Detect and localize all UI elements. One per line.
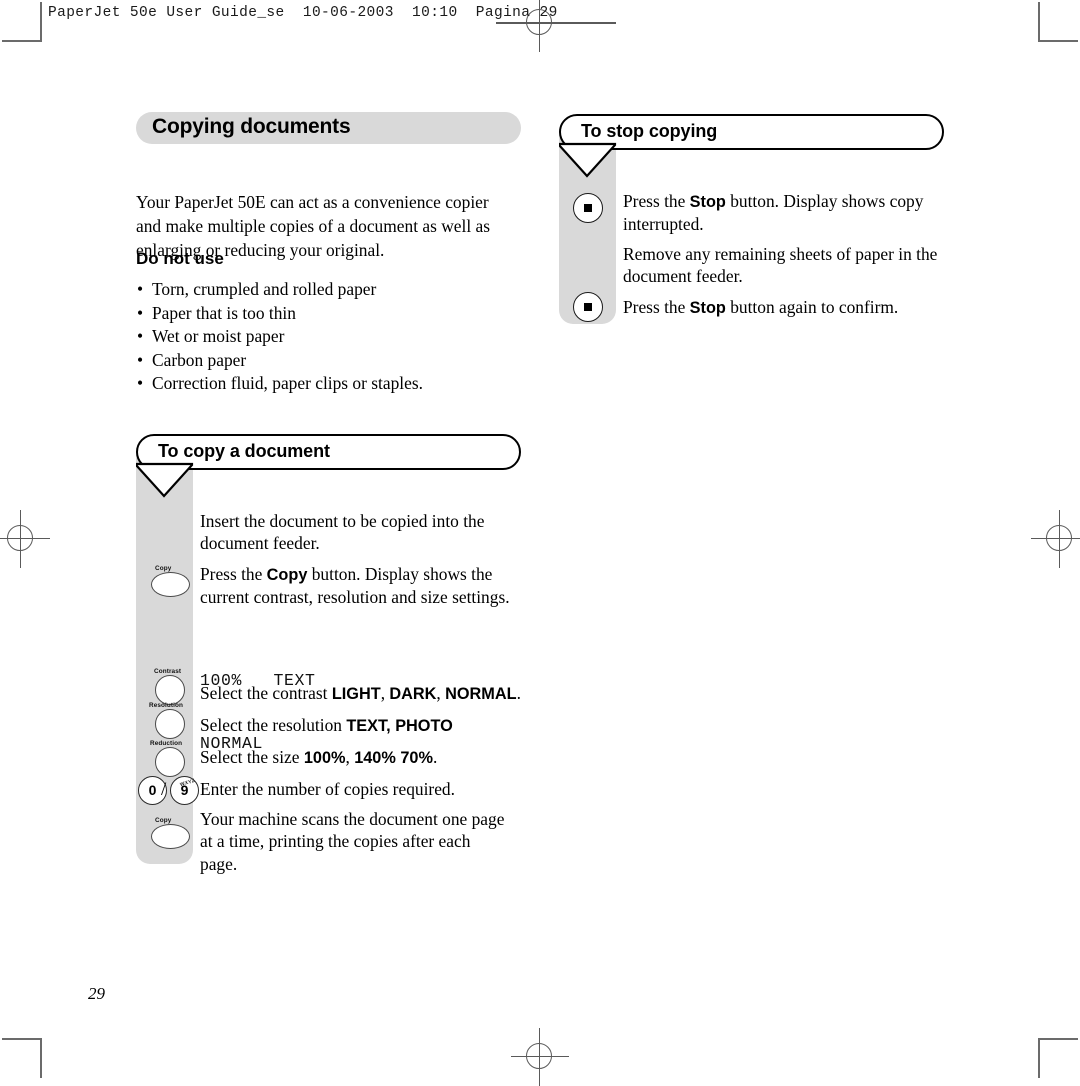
registration-mark-bottom (511, 1028, 569, 1086)
list-item-label: Paper that is too thin (152, 302, 296, 323)
stop-step-press: Press the Stop button. Display shows cop… (623, 190, 943, 236)
body-text: Remove any remaining sheets of paper in … (623, 244, 938, 287)
registration-ring (7, 525, 33, 551)
copy-step-scanning: Your machine scans the document one page… (200, 808, 510, 875)
body-text: Select the resolution (200, 715, 347, 735)
copy-step-press-copy: Press the Copy button. Display shows the… (200, 563, 510, 609)
copy-step-select-contrast: Select the contrast LIGHT, DARK, NORMAL. (200, 682, 530, 705)
copy-button-top[interactable] (151, 572, 190, 597)
bullet-icon: • (137, 279, 144, 299)
copy-step-scanning-text: Your machine scans the document one page… (200, 809, 504, 874)
body-text: . (516, 683, 521, 703)
copy-button-caption-bottom: Copy (155, 817, 172, 824)
crop-mark-bottom-left (2, 1038, 42, 1078)
list-item: • Paper that is too thin (136, 302, 526, 326)
keypad-key-9[interactable]: 9 WXYZ (170, 776, 199, 805)
emphasis-text: LIGHT (331, 685, 381, 703)
registration-mark-right (1031, 510, 1080, 568)
bullet-icon: • (137, 326, 144, 346)
emphasis-text: 100% (303, 749, 346, 767)
emphasis-text: Copy (266, 566, 308, 584)
copy-button-bottom[interactable] (151, 824, 190, 849)
body-text: Enter the number of copies required. (200, 779, 455, 799)
registration-ring (1046, 525, 1072, 551)
copy-step-select-contrast-text: Select the contrast LIGHT, DARK, NORMAL. (200, 683, 521, 703)
body-text: Select the contrast (200, 683, 332, 703)
emphasis-text: Stop (689, 299, 726, 317)
copy-button-caption-top: Copy (155, 565, 172, 572)
resolution-button[interactable] (155, 709, 185, 739)
contrast-button-caption: Contrast (154, 668, 182, 675)
stop-step-confirm-text: Press the Stop button again to confirm. (623, 297, 898, 317)
copy-step-insert: Insert the document to be copied into th… (200, 510, 510, 555)
copy-step-select-resolution-text: Select the resolution TEXT, PHOTO (200, 715, 453, 735)
slug-rule (496, 22, 616, 24)
copy-callout-title: To copy a document (158, 441, 330, 461)
copy-step-press-copy-text: Press the Copy button. Display shows the… (200, 564, 510, 607)
body-text: button again to confirm. (725, 297, 899, 317)
copy-step-select-resolution: Select the resolution TEXT, PHOTO (200, 714, 530, 737)
stop-step-remove-text: Remove any remaining sheets of paper in … (623, 244, 937, 286)
emphasis-text: DARK (389, 685, 437, 703)
list-item: • Carbon paper (136, 349, 526, 373)
chapter-title-pill: Copying documents (136, 112, 521, 144)
stop-step-remove: Remove any remaining sheets of paper in … (623, 243, 943, 288)
do-not-use-heading: Do not use (136, 249, 224, 268)
list-item-label: Correction fluid, paper clips or staples… (152, 373, 423, 393)
list-item: • Wet or moist paper (136, 325, 526, 349)
page-number: 29 (88, 984, 105, 1003)
body-text: Press the (623, 191, 690, 211)
bullet-icon: • (137, 373, 144, 393)
emphasis-text: 140% 70% (354, 749, 433, 767)
list-item-label: Torn, crumpled and rolled paper (152, 279, 377, 299)
reduction-button[interactable] (155, 747, 185, 777)
resolution-button-caption: Resolution (149, 702, 184, 709)
registration-mark-left (0, 510, 50, 568)
copy-step-select-size-text: Select the size 100%, 140% 70%. (200, 747, 437, 767)
stop-button-1[interactable] (573, 193, 603, 223)
list-item-label: Carbon paper (152, 349, 247, 370)
copy-step-select-size: Select the size 100%, 140% 70%. (200, 746, 530, 769)
list-item: • Torn, crumpled and rolled paper (136, 278, 526, 302)
body-text: . (432, 747, 438, 767)
copy-step-enter-copies: Enter the number of copies required. (200, 778, 530, 800)
body-text: , (436, 683, 446, 703)
copy-step-insert-text: Insert the document to be copied into th… (200, 511, 484, 553)
contrast-button[interactable] (155, 675, 185, 705)
crop-mark-bottom-right (1038, 1038, 1078, 1078)
bullet-icon: • (137, 302, 144, 323)
bullet-icon: • (137, 349, 144, 370)
emphasis-text: TEXT, PHOTO (346, 717, 453, 735)
crop-mark-top-right (1038, 2, 1078, 42)
reduction-button-caption: Reduction (150, 740, 183, 747)
list-item: • Correction fluid, paper clips or stapl… (136, 372, 526, 396)
stop-square-icon (584, 204, 592, 212)
keypad-range-separator: / (161, 779, 167, 800)
stop-callout-tail (559, 142, 617, 178)
stop-button-2[interactable] (573, 292, 603, 322)
print-slug-line: PaperJet 50e User Guide_se 10-06-2003 10… (48, 5, 558, 21)
body-text: Press the (623, 297, 690, 317)
copy-callout-tail (136, 462, 194, 498)
body-text: Your machine scans the document one page… (200, 809, 505, 874)
body-text: Insert the document to be copied into th… (200, 511, 485, 554)
stop-step-confirm: Press the Stop button again to confirm. (623, 296, 943, 319)
body-text: Select the size (200, 747, 304, 767)
stop-callout-title: To stop copying (581, 121, 718, 141)
stop-step-press-text: Press the Stop button. Display shows cop… (623, 191, 923, 234)
emphasis-text: NORMAL (445, 685, 517, 703)
body-text: Press the (200, 564, 267, 584)
do-not-use-list: • Torn, crumpled and rolled paper • Pape… (136, 278, 526, 396)
list-item-label: Wet or moist paper (152, 326, 285, 346)
body-text: , (345, 747, 355, 767)
copy-step-enter-copies-text: Enter the number of copies required. (200, 779, 455, 799)
crop-mark-top-left (2, 2, 42, 42)
emphasis-text: Stop (689, 193, 726, 211)
page-title: Copying documents (152, 115, 351, 138)
stop-square-icon (584, 303, 592, 311)
registration-ring (526, 1043, 552, 1069)
